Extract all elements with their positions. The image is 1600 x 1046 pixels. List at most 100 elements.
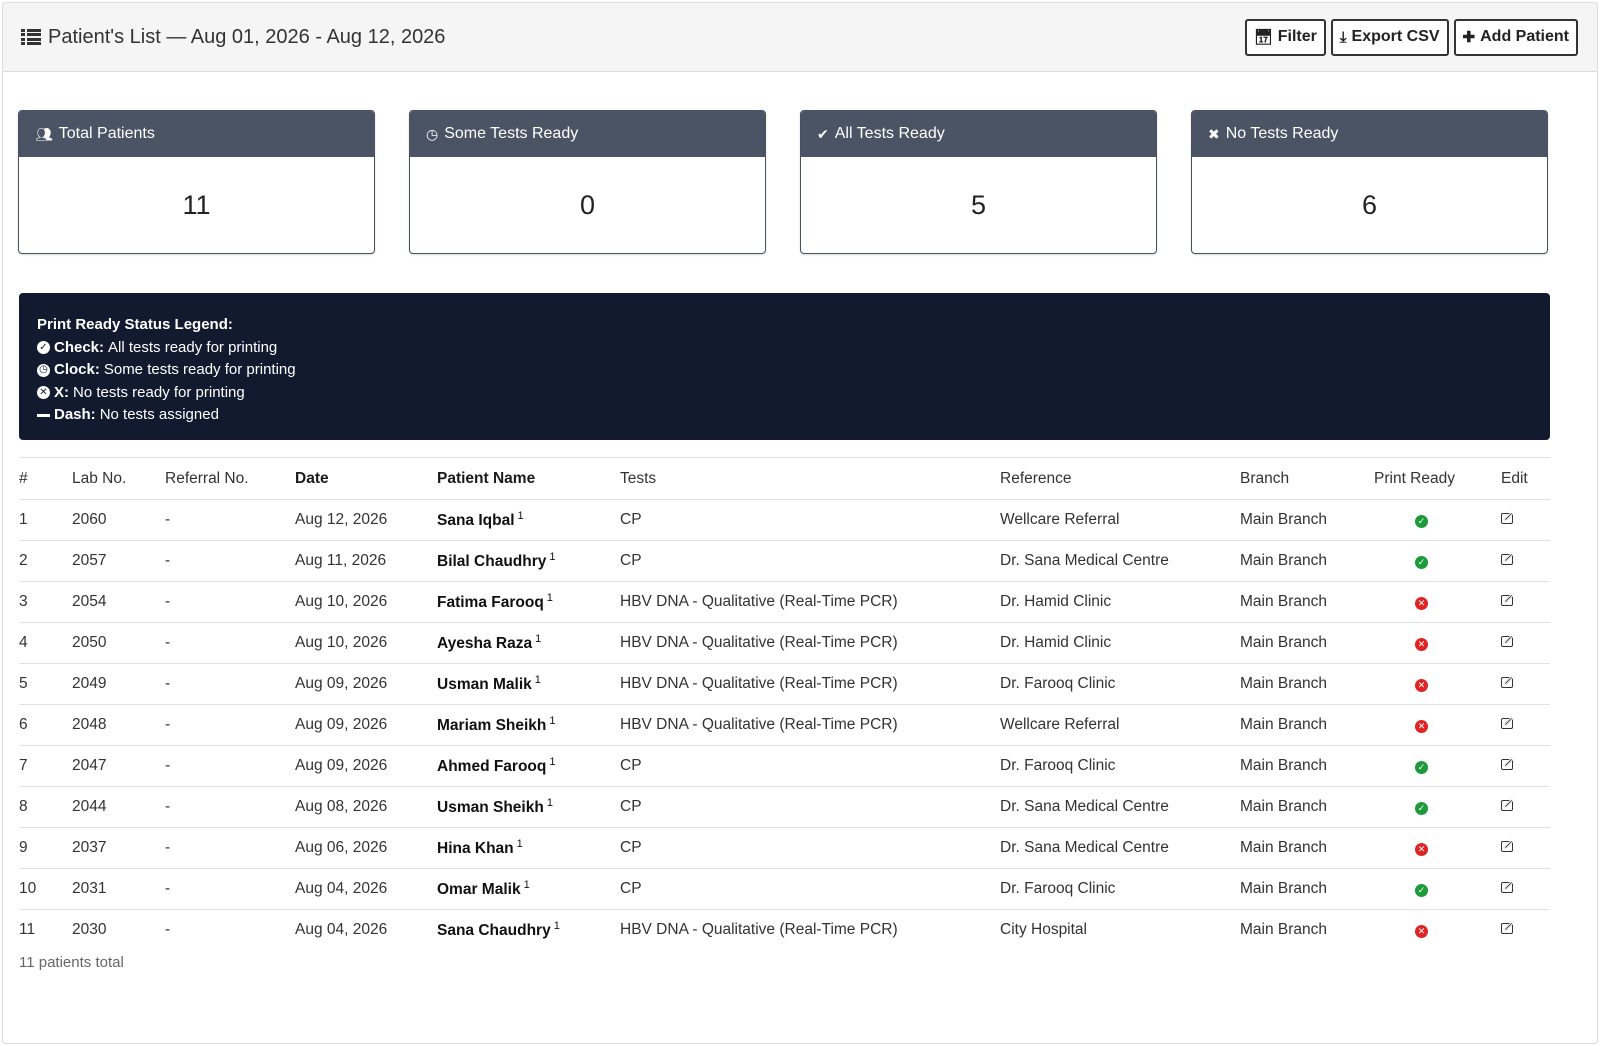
table-row[interactable]: 4 2050- Aug 10, 2026 Ayesha Raza 1 HBV DNA - … bbox=[19, 622, 1550, 664]
col-print-ready[interactable]: Print Ready bbox=[1374, 457, 1501, 500]
print-ready: ✓ bbox=[1374, 786, 1501, 828]
patient-name[interactable]: Usman Sheikh 1 bbox=[437, 786, 620, 828]
col-patient-name[interactable]: Patient Name bbox=[437, 457, 620, 500]
table-row[interactable]: 8 2044- Aug 08, 2026 Usman Sheikh 1 CP Dr. San… bbox=[19, 786, 1550, 828]
referral-no: - bbox=[165, 581, 295, 623]
clock-icon: ◷ bbox=[37, 363, 50, 377]
test-count: 1 bbox=[549, 550, 556, 563]
card-header: ✖ No Tests Ready bbox=[1192, 111, 1547, 157]
x-circle-icon: ✕ bbox=[37, 386, 50, 400]
export-csv-button[interactable]: ⤓ Export CSV bbox=[1330, 18, 1449, 56]
table-row[interactable]: 6 2048- Aug 09, 2026 Mariam Sheikh 1 HBV DNA … bbox=[19, 704, 1550, 746]
branch: Main Branch bbox=[1240, 663, 1374, 705]
branch: Main Branch bbox=[1240, 868, 1374, 910]
table-row[interactable]: 3 2054- Aug 10, 2026 Fatima Farooq 1 HBV DNA … bbox=[19, 581, 1550, 623]
edit-icon[interactable] bbox=[1501, 634, 1516, 647]
edit-icon[interactable] bbox=[1501, 921, 1516, 935]
patient-name[interactable]: Hina Khan 1 bbox=[437, 827, 620, 869]
edit-icon[interactable] bbox=[1501, 757, 1516, 770]
patient-name[interactable]: Omar Malik 1 bbox=[437, 868, 620, 910]
patient-name[interactable]: Bilal Chaudhry 1 bbox=[437, 540, 620, 582]
table-row[interactable]: 5 2049- Aug 09, 2026 Usman Malik 1 HBV DNA - … bbox=[19, 663, 1550, 705]
patient-name-text: Usman Sheikh bbox=[437, 799, 544, 817]
edit-cell bbox=[1501, 827, 1550, 869]
patient-name[interactable]: Sana Chaudhry 1 bbox=[437, 909, 620, 951]
edit-cell bbox=[1501, 622, 1550, 664]
tests: CP bbox=[620, 540, 1000, 582]
branch: Main Branch bbox=[1240, 581, 1374, 623]
col-number[interactable]: # bbox=[19, 457, 72, 500]
patient-name[interactable]: Ayesha Raza 1 bbox=[437, 622, 620, 664]
filter-button[interactable]: 📅︎ Filter bbox=[1244, 18, 1326, 56]
table-row[interactable]: 10 2031- Aug 04, 2026 Omar Malik 1 CP Dr. Faro… bbox=[19, 868, 1550, 910]
row-number: 6 bbox=[19, 704, 72, 746]
summary-cards: 👥︎ Total Patients 11 ◷ Some Tests Ready … bbox=[18, 110, 1548, 254]
edit-icon[interactable] bbox=[1501, 880, 1516, 893]
table-row[interactable]: 7 2047- Aug 09, 2026 Ahmed Farooq 1 CP Dr. Far… bbox=[19, 745, 1550, 787]
table-row[interactable]: 9 2037- Aug 06, 2026 Hina Khan 1 CP Dr. Sana M… bbox=[19, 827, 1550, 869]
referral-no: - bbox=[165, 704, 295, 746]
col-referral-no[interactable]: Referral No. bbox=[165, 457, 295, 500]
clock-icon: ◷ bbox=[426, 125, 439, 142]
patient-name[interactable]: Ahmed Farooq 1 bbox=[437, 745, 620, 787]
date: Aug 06, 2026 bbox=[295, 827, 437, 869]
patient-name-text: Hina Khan bbox=[437, 840, 514, 858]
legend-text: No tests ready for printing bbox=[73, 383, 245, 401]
table-header-row: # Lab No. Referral No. Date Patient Name… bbox=[19, 457, 1550, 500]
col-lab-no[interactable]: Lab No. bbox=[72, 457, 165, 500]
page-title-text: Patient's List — Aug 01, 2026 - Aug 12, … bbox=[48, 25, 446, 48]
check-circle-icon: ✓ bbox=[1415, 884, 1428, 897]
referral-no: - bbox=[165, 663, 295, 705]
print-ready: ✓ bbox=[1374, 745, 1501, 787]
date: Aug 09, 2026 bbox=[295, 745, 437, 787]
lab-no: 2030 bbox=[72, 909, 165, 951]
edit-icon[interactable] bbox=[1501, 716, 1516, 729]
referral-no: - bbox=[165, 827, 295, 869]
patient-name[interactable]: Usman Malik 1 bbox=[437, 663, 620, 705]
patient-name[interactable]: Sana Iqbal 1 bbox=[437, 499, 620, 541]
row-number: 3 bbox=[19, 581, 72, 623]
table-row[interactable]: 11 2030- Aug 04, 2026 Sana Chaudhry 1 HBV DNA… bbox=[19, 909, 1550, 951]
legend-heading: Print Ready Status Legend: bbox=[37, 316, 233, 333]
x-circle-icon: ✖ bbox=[1208, 125, 1220, 142]
edit-icon[interactable] bbox=[1501, 839, 1516, 852]
table-row[interactable]: 1 2060- Aug 12, 2026 Sana Iqbal 1 CP Wellcare … bbox=[19, 499, 1550, 541]
legend-key: Check: bbox=[54, 338, 105, 356]
branch: Main Branch bbox=[1240, 622, 1374, 664]
date: Aug 09, 2026 bbox=[295, 704, 437, 746]
lab-no: 2047 bbox=[72, 745, 165, 787]
lab-no: 2031 bbox=[72, 868, 165, 910]
edit-icon[interactable] bbox=[1501, 593, 1516, 606]
edit-icon[interactable] bbox=[1501, 798, 1516, 811]
edit-icon[interactable] bbox=[1501, 675, 1516, 688]
patient-name[interactable]: Fatima Farooq 1 bbox=[437, 581, 620, 623]
calendar-icon: 📅︎ bbox=[1253, 29, 1273, 46]
edit-icon[interactable] bbox=[1501, 552, 1516, 565]
add-patient-button[interactable]: ✚ Add Patient bbox=[1453, 18, 1578, 56]
col-date[interactable]: Date bbox=[295, 457, 437, 500]
col-branch[interactable]: Branch bbox=[1240, 457, 1374, 500]
patient-name-text: Mariam Sheikh bbox=[437, 717, 547, 735]
patient-name[interactable]: Mariam Sheikh 1 bbox=[437, 704, 620, 746]
referral-no: - bbox=[165, 909, 295, 951]
check-circle-icon: ✔ bbox=[817, 125, 829, 142]
referral-no: - bbox=[165, 745, 295, 787]
edit-icon[interactable] bbox=[1501, 511, 1516, 524]
patient-name-text: Ayesha Raza bbox=[437, 635, 533, 653]
print-ready: ✕ bbox=[1374, 663, 1501, 705]
reference: City Hospital bbox=[1000, 909, 1240, 951]
dash-icon bbox=[37, 413, 50, 417]
check-circle-icon: ✓ bbox=[1415, 802, 1428, 815]
legend-key: X: bbox=[54, 383, 69, 401]
test-count: 1 bbox=[534, 673, 541, 686]
tests: CP bbox=[620, 745, 1000, 787]
table-row[interactable]: 2 2057- Aug 11, 2026 Bilal Chaudhry 1 CP Dr. S… bbox=[19, 540, 1550, 582]
tests: CP bbox=[620, 786, 1000, 828]
card-total-patients: 👥︎ Total Patients 11 bbox=[18, 110, 375, 254]
card-label: Total Patients bbox=[58, 125, 155, 142]
col-tests[interactable]: Tests bbox=[620, 457, 1000, 500]
patient-name-text: Omar Malik bbox=[437, 881, 521, 899]
col-reference[interactable]: Reference bbox=[1000, 457, 1240, 500]
test-count: 1 bbox=[517, 509, 524, 522]
add-patient-button-label: Add Patient bbox=[1480, 28, 1569, 45]
